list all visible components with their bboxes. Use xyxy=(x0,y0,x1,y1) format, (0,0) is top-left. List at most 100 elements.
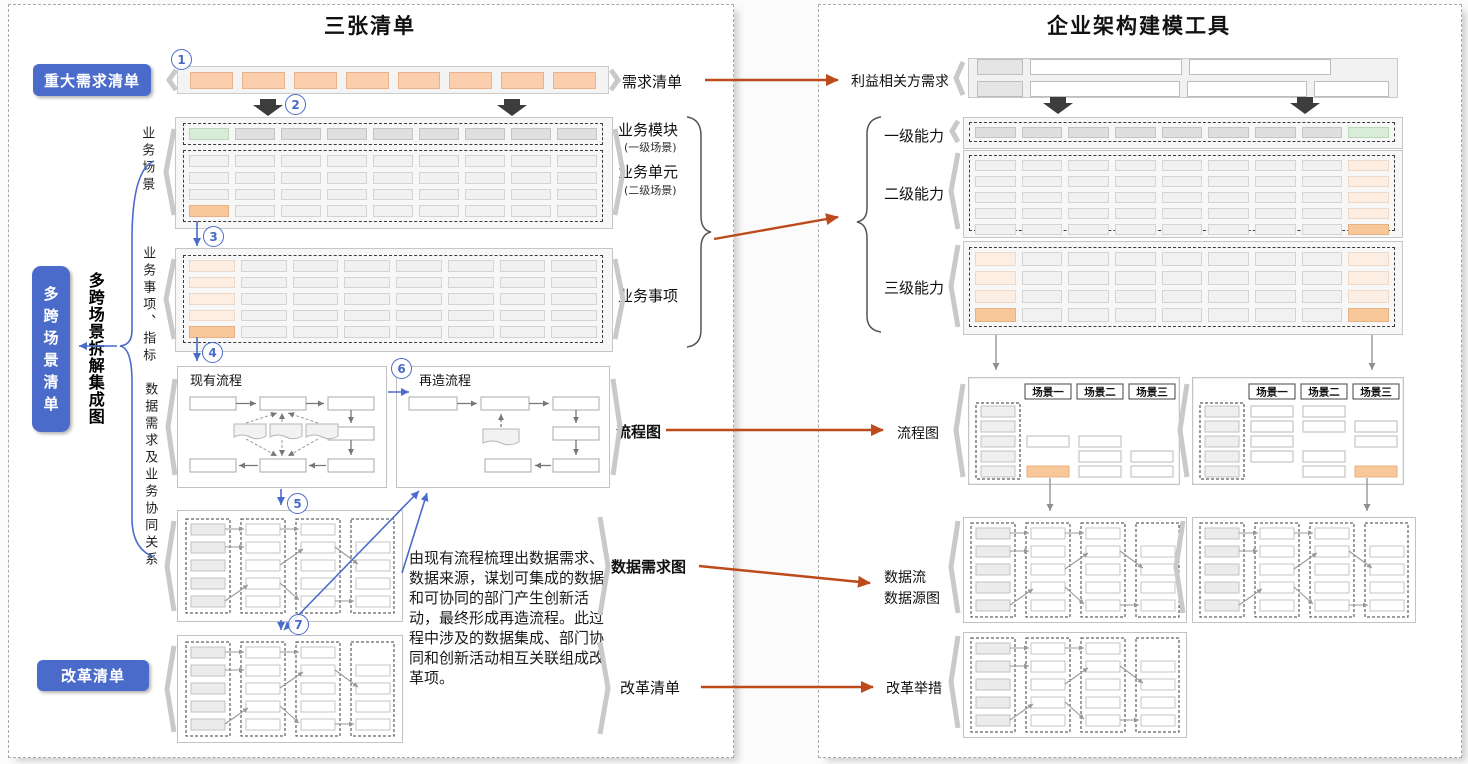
label-business-matters: 业务事项 xyxy=(618,285,678,306)
grid-cell xyxy=(1162,127,1203,138)
grid-cell xyxy=(1302,308,1343,322)
grid-cell xyxy=(551,326,597,338)
data-requirements-diagram xyxy=(180,515,400,617)
grid-cell xyxy=(1208,192,1249,203)
business-matters-grid xyxy=(183,255,603,343)
grid-cell xyxy=(419,205,459,217)
grid-cell xyxy=(1022,271,1063,285)
existing-process-panel: 现有流程 xyxy=(177,366,387,488)
grid-cell xyxy=(419,172,459,184)
grid-cell xyxy=(1022,127,1063,138)
grid-cell xyxy=(500,310,546,322)
grid-cell xyxy=(344,260,390,272)
business-module-header-row xyxy=(183,123,603,145)
grid-cell xyxy=(448,277,494,289)
svg-text:现有流程: 现有流程 xyxy=(190,374,242,389)
grid-cell xyxy=(1068,308,1109,322)
reform-measures-panel xyxy=(963,632,1187,738)
grid-cell xyxy=(419,189,459,201)
grid-cell xyxy=(327,172,367,184)
grid-cell xyxy=(293,310,339,322)
grid-cell xyxy=(975,208,1016,219)
side-label-integration-map: 多跨场景拆解集成图 xyxy=(86,272,103,426)
grid-cell xyxy=(1302,192,1343,203)
grid-cell xyxy=(448,260,494,272)
grid-cell xyxy=(557,155,597,167)
side-label-matters-indicators: 业务事项、指标 xyxy=(140,246,154,365)
grid-cell xyxy=(235,189,275,201)
label-capability-l2: 二级能力 xyxy=(884,183,944,204)
label-capability-l1: 一级能力 xyxy=(884,125,944,146)
capability-l2-grid xyxy=(969,155,1395,231)
label-dataflow-line2: 数据源图 xyxy=(884,588,940,608)
grid-cell xyxy=(396,326,442,338)
svg-text:场景一: 场景一 xyxy=(1032,386,1064,399)
reengineered-process-panel: 再造流程 xyxy=(396,366,610,488)
grid-cell xyxy=(1068,208,1109,219)
data-requirements-panel xyxy=(177,510,403,622)
svg-text:场景一: 场景一 xyxy=(1256,386,1288,399)
grid-cell xyxy=(241,326,287,338)
grid-cell xyxy=(1255,308,1296,322)
grid-cell xyxy=(396,277,442,289)
grid-cell xyxy=(557,128,597,140)
grid-cell xyxy=(235,128,275,140)
grid-cell xyxy=(419,128,459,140)
grid-cell xyxy=(293,277,339,289)
grid-cell xyxy=(235,172,275,184)
grid-cell xyxy=(396,293,442,305)
grid-cell xyxy=(1162,308,1203,322)
grid-cell xyxy=(1348,160,1389,171)
grid-cell xyxy=(975,290,1016,304)
grid-cell xyxy=(1255,252,1296,266)
grid-cell xyxy=(1068,176,1109,187)
svg-text:场景三: 场景三 xyxy=(1136,386,1168,399)
grid-cell xyxy=(1068,192,1109,203)
grid-cell xyxy=(1022,308,1063,322)
grid-cell xyxy=(344,293,390,305)
grid-cell xyxy=(1162,208,1203,219)
reform-list-panel xyxy=(177,635,403,743)
grid-cell xyxy=(1302,271,1343,285)
grid-cell xyxy=(551,310,597,322)
grid-cell xyxy=(1022,252,1063,266)
grid-cell xyxy=(465,128,505,140)
grid-cell xyxy=(1208,176,1249,187)
grid-cell xyxy=(465,189,505,201)
grid-cell xyxy=(1302,224,1343,235)
step-2-badge: 2 xyxy=(285,94,306,115)
badge-multi-scene-list: 多跨场景清单 xyxy=(32,266,70,432)
grid-cell xyxy=(557,172,597,184)
grid-cell xyxy=(1068,127,1109,138)
grid-cell xyxy=(1208,127,1249,138)
label-business-module: 业务模块 xyxy=(618,119,678,140)
label-flow-chart-left: 流程图 xyxy=(616,421,661,442)
grid-cell xyxy=(419,155,459,167)
grid-cell xyxy=(293,293,339,305)
right-panel-title: 企业架构建模工具 xyxy=(818,10,1460,40)
grid-cell xyxy=(1348,271,1389,285)
grid-cell xyxy=(327,189,367,201)
grid-cell xyxy=(1115,160,1156,171)
grid-cell xyxy=(465,155,505,167)
grid-cell xyxy=(327,205,367,217)
existing-process-flowchart: 现有流程 xyxy=(178,367,386,486)
grid-cell xyxy=(557,189,597,201)
grid-cell xyxy=(975,271,1016,285)
grid-cell xyxy=(281,128,321,140)
grid-cell xyxy=(1348,176,1389,187)
grid-cell xyxy=(1068,290,1109,304)
grid-cell xyxy=(1208,290,1249,304)
grid-cell xyxy=(975,176,1016,187)
grid-cell xyxy=(1208,271,1249,285)
grid-cell xyxy=(1255,224,1296,235)
grid-cell xyxy=(293,260,339,272)
grid-cell xyxy=(465,172,505,184)
grid-cell xyxy=(500,326,546,338)
scenario-flow-panel-2: 场景一 场景二 场景三 xyxy=(1192,377,1404,485)
grid-cell xyxy=(241,310,287,322)
grid-cell xyxy=(551,277,597,289)
grid-cell xyxy=(235,205,275,217)
grid-cell xyxy=(975,127,1016,138)
grid-cell xyxy=(327,155,367,167)
